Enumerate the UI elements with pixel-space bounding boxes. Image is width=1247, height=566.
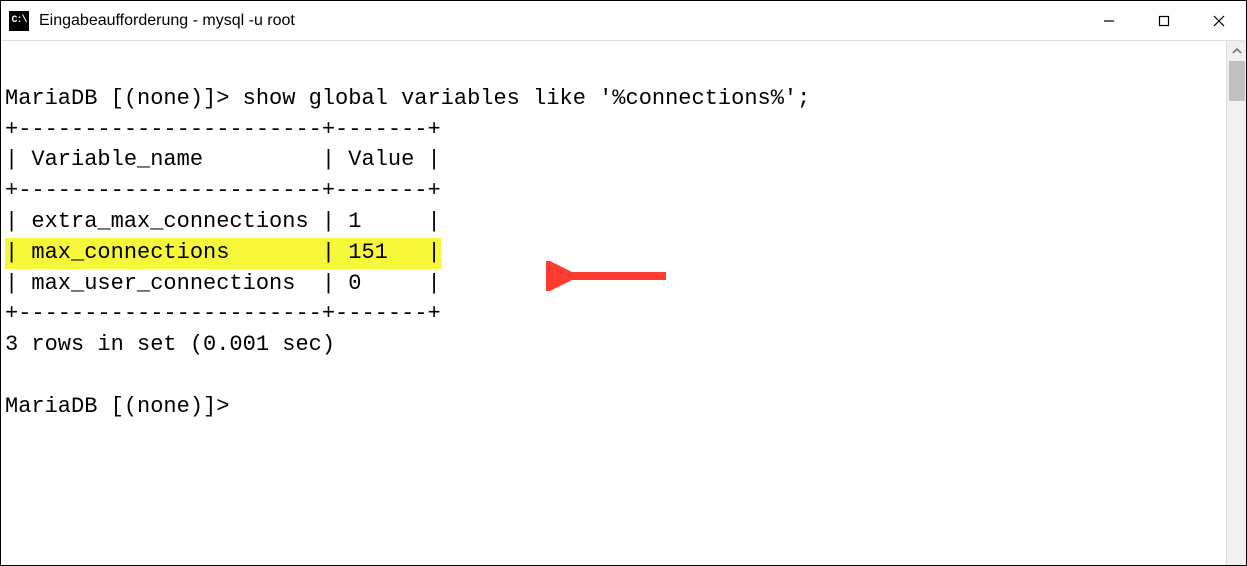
result-summary: 3 rows in set (0.001 sec) xyxy=(5,332,335,357)
table-border-mid: +-----------------------+-------+ xyxy=(5,178,441,203)
maximize-icon xyxy=(1157,14,1171,28)
vertical-scrollbar[interactable] xyxy=(1226,41,1246,565)
minimize-button[interactable] xyxy=(1081,1,1136,40)
scroll-up-button[interactable] xyxy=(1227,41,1246,61)
terminal-content: MariaDB [(none)]> show global variables … xyxy=(5,53,1246,423)
window-titlebar: C:\ Eingabeaufforderung - mysql -u root xyxy=(1,1,1246,41)
prompt-line-2: MariaDB [(none)]> xyxy=(5,394,243,419)
table-border-top: +-----------------------+-------+ xyxy=(5,117,441,142)
window-title: Eingabeaufforderung - mysql -u root xyxy=(39,12,1081,30)
table-header: | Variable_name | Value | xyxy=(5,147,441,172)
prompt-line-1: MariaDB [(none)]> show global variables … xyxy=(5,86,810,111)
cmd-icon: C:\ xyxy=(9,11,29,31)
table-row: | max_user_connections | 0 | xyxy=(5,271,441,296)
table-border-bot: +-----------------------+-------+ xyxy=(5,301,441,326)
table-row: | extra_max_connections | 1 | xyxy=(5,209,441,234)
chevron-up-icon xyxy=(1232,46,1242,56)
terminal-area[interactable]: MariaDB [(none)]> show global variables … xyxy=(1,41,1246,565)
maximize-button[interactable] xyxy=(1136,1,1191,40)
scroll-thumb[interactable] xyxy=(1229,61,1245,101)
table-row-highlighted: | max_connections | 151 | xyxy=(5,238,441,269)
minimize-icon xyxy=(1102,14,1116,28)
close-button[interactable] xyxy=(1191,1,1246,40)
window-controls xyxy=(1081,1,1246,40)
close-icon xyxy=(1212,14,1226,28)
